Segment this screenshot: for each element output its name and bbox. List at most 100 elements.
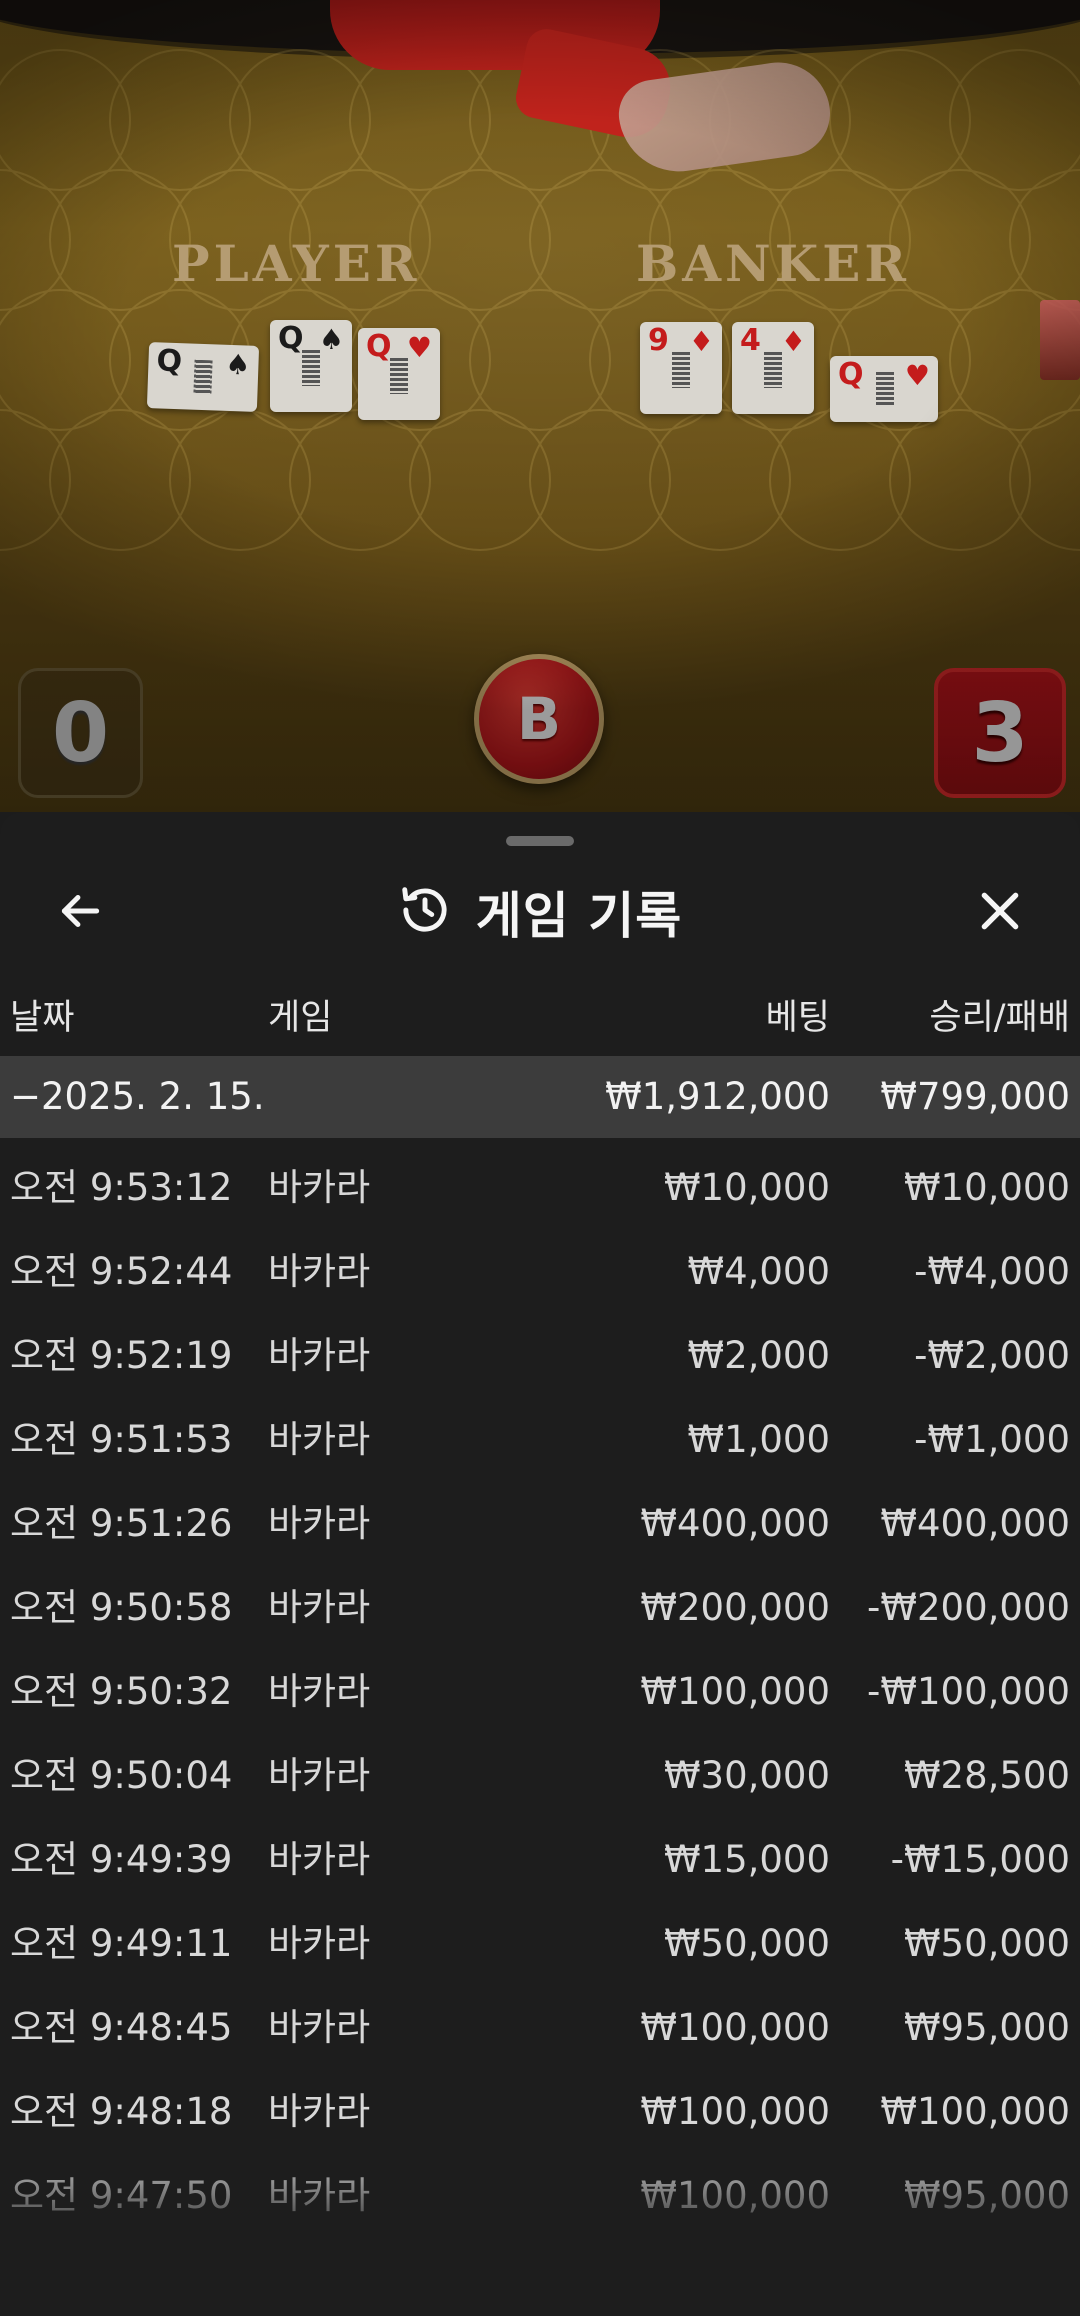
date-summary-row[interactable]: −2025. 2. 15. ₩1,912,000 ₩799,000: [0, 1056, 1080, 1138]
row-time: 오전 9:50:32: [10, 1670, 233, 1713]
table-row[interactable]: 오전 9:49:11 바카라 ₩50,000 ₩50,000: [0, 1902, 1080, 1986]
row-bet: ₩100,000: [640, 2006, 830, 2049]
row-time: 오전 9:49:11: [10, 1922, 233, 1965]
summary-date: −2025. 2. 15.: [10, 1075, 265, 1118]
column-header-game: 게임: [268, 998, 333, 1038]
row-game: 바카라: [268, 1754, 371, 1797]
row-bet: ₩1,000: [687, 1418, 830, 1461]
column-header-win-loss: 승리/패배: [929, 998, 1070, 1038]
row-time: 오전 9:50:04: [10, 1754, 233, 1797]
row-time: 오전 9:47:50: [10, 2174, 233, 2217]
row-win-loss: -₩4,000: [914, 1250, 1070, 1293]
row-win-loss: ₩95,000: [903, 2174, 1070, 2217]
sheet-drag-handle[interactable]: [506, 836, 574, 846]
close-button[interactable]: [960, 878, 1040, 948]
row-time: 오전 9:50:58: [10, 1586, 233, 1629]
history-table: 날짜 게임 베팅 승리/패배 −2025. 2. 15. ₩1,912,000 …: [0, 980, 1080, 2238]
row-game: 바카라: [268, 1670, 371, 1713]
table-row[interactable]: 오전 9:50:32 바카라 ₩100,000 -₩100,000: [0, 1650, 1080, 1734]
table-row[interactable]: 오전 9:48:18 바카라 ₩100,000 ₩100,000: [0, 2070, 1080, 2154]
player-card-1: Q ♠: [146, 342, 260, 412]
diamond-icon: ♦: [688, 325, 714, 358]
table-row[interactable]: 오전 9:51:26 바카라 ₩400,000 ₩400,000: [0, 1482, 1080, 1566]
row-game: 바카라: [268, 1166, 371, 1209]
banker-score: 3: [934, 668, 1066, 798]
row-bet: ₩50,000: [663, 1922, 830, 1965]
row-bet: ₩15,000: [663, 1838, 830, 1881]
live-game-view: PLAYER BANKER Q ♠ Q ♠ Q ♥ 9 ♦ 4 ♦ Q ♥ 0 …: [0, 0, 1080, 812]
sheet-title-group: 게임 기록: [0, 872, 1080, 952]
row-bet: ₩4,000: [687, 1250, 830, 1293]
table-row[interactable]: 오전 9:50:58 바카라 ₩200,000 -₩200,000: [0, 1566, 1080, 1650]
sheet-title: 게임 기록: [475, 887, 683, 945]
spade-icon: ♠: [224, 347, 252, 382]
row-game: 바카라: [268, 1838, 371, 1881]
row-game: 바카라: [268, 1250, 371, 1293]
row-time: 오전 9:49:39: [10, 1838, 233, 1881]
row-win-loss: -₩15,000: [890, 1838, 1070, 1881]
column-header-bet: 베팅: [765, 998, 830, 1038]
row-bet: ₩10,000: [663, 1166, 830, 1209]
row-win-loss: ₩10,000: [903, 1166, 1070, 1209]
game-history-sheet: 게임 기록 날짜 게임 베팅 승리/패배 −2025. 2. 15. ₩1,91…: [0, 812, 1080, 2316]
close-icon: [975, 886, 1025, 940]
row-win-loss: -₩2,000: [914, 1334, 1070, 1377]
history-clock-icon: [398, 883, 452, 941]
table-row[interactable]: 오전 9:47:50 바카라 ₩100,000 ₩95,000: [0, 2154, 1080, 2238]
row-win-loss: ₩28,500: [903, 1754, 1070, 1797]
heart-icon: ♥: [406, 331, 432, 364]
row-game: 바카라: [268, 1922, 371, 1965]
sheet-header: 게임 기록: [0, 872, 1080, 952]
row-win-loss: -₩100,000: [867, 1670, 1070, 1713]
player-card-2: Q ♠: [270, 320, 352, 412]
table-row[interactable]: 오전 9:48:45 바카라 ₩100,000 ₩95,000: [0, 1986, 1080, 2070]
row-game: 바카라: [268, 1418, 371, 1461]
summary-bet-total: ₩1,912,000: [605, 1075, 830, 1118]
table-row[interactable]: 오전 9:52:19 바카라 ₩2,000 -₩2,000: [0, 1314, 1080, 1398]
row-win-loss: ₩95,000: [903, 2006, 1070, 2049]
banker-win-chip: B: [474, 654, 604, 784]
card-shoe: [1040, 300, 1080, 380]
banker-card-2: 4 ♦: [732, 322, 814, 414]
row-win-loss: -₩200,000: [867, 1586, 1070, 1629]
row-game: 바카라: [268, 2006, 371, 2049]
row-bet: ₩30,000: [663, 1754, 830, 1797]
row-bet: ₩100,000: [640, 2090, 830, 2133]
row-win-loss: -₩1,000: [914, 1418, 1070, 1461]
row-time: 오전 9:51:26: [10, 1502, 233, 1545]
arrow-left-icon: [55, 886, 105, 940]
row-time: 오전 9:48:45: [10, 2006, 233, 2049]
row-game: 바카라: [268, 1586, 371, 1629]
back-button[interactable]: [40, 878, 120, 948]
diamond-icon: ♦: [780, 325, 806, 358]
row-bet: ₩200,000: [640, 1586, 830, 1629]
player-area-label: PLAYER: [172, 234, 421, 293]
banker-card-1: 9 ♦: [640, 322, 722, 414]
table-row[interactable]: 오전 9:51:53 바카라 ₩1,000 -₩1,000: [0, 1398, 1080, 1482]
player-card-3: Q ♥: [358, 328, 440, 420]
row-game: 바카라: [268, 2090, 371, 2133]
table-row[interactable]: 오전 9:50:04 바카라 ₩30,000 ₩28,500: [0, 1734, 1080, 1818]
row-bet: ₩2,000: [687, 1334, 830, 1377]
heart-icon: ♥: [904, 359, 930, 392]
summary-win-loss-total: ₩799,000: [880, 1075, 1070, 1118]
row-game: 바카라: [268, 1502, 371, 1545]
spade-icon: ♠: [318, 323, 344, 356]
row-time: 오전 9:53:12: [10, 1166, 233, 1209]
felt-pattern: [0, 49, 1080, 551]
row-game: 바카라: [268, 1334, 371, 1377]
player-score: 0: [18, 668, 143, 798]
table-row[interactable]: 오전 9:49:39 바카라 ₩15,000 -₩15,000: [0, 1818, 1080, 1902]
table-row[interactable]: 오전 9:53:12 바카라 ₩10,000 ₩10,000: [0, 1146, 1080, 1230]
banker-card-3: Q ♥: [830, 356, 938, 422]
row-time: 오전 9:52:44: [10, 1250, 233, 1293]
column-header-date: 날짜: [10, 998, 75, 1038]
row-time: 오전 9:48:18: [10, 2090, 233, 2133]
row-bet: ₩100,000: [640, 2174, 830, 2217]
banker-area-label: BANKER: [636, 234, 910, 293]
row-time: 오전 9:52:19: [10, 1334, 233, 1377]
row-game: 바카라: [268, 2174, 371, 2217]
row-time: 오전 9:51:53: [10, 1418, 233, 1461]
table-header-row: 날짜 게임 베팅 승리/패배: [0, 980, 1080, 1056]
table-row[interactable]: 오전 9:52:44 바카라 ₩4,000 -₩4,000: [0, 1230, 1080, 1314]
